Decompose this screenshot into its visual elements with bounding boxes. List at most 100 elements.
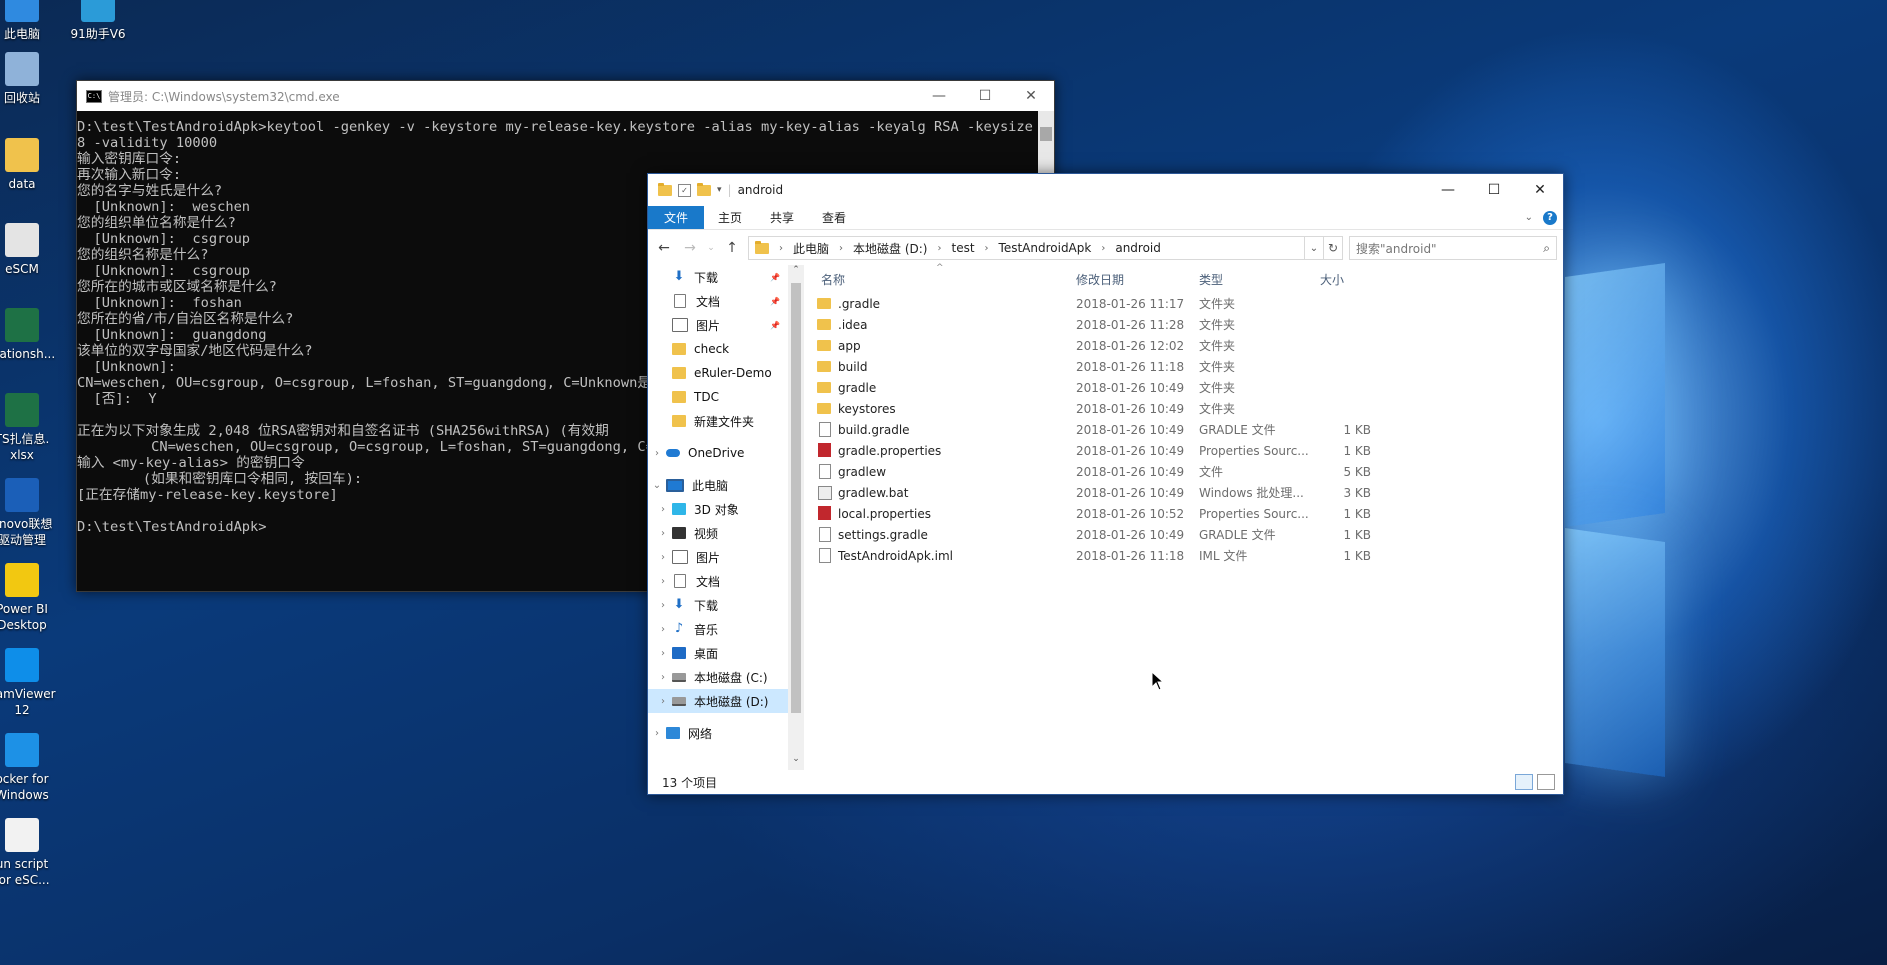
desktop-icon[interactable]: enovo联想 驱动管理 [0, 478, 62, 548]
close-button[interactable]: ✕ [1008, 81, 1054, 111]
breadcrumb-this-pc[interactable]: 此电脑 [793, 240, 829, 257]
desktop-icon[interactable]: Power BI Desktop [0, 563, 62, 633]
desktop-icon[interactable]: data [0, 138, 62, 192]
file-row[interactable]: .idea 2018-01-26 11:28 文件夹 [813, 314, 1563, 335]
desktop-icon[interactable]: 此电脑 [0, 0, 62, 42]
nav-scroll-thumb[interactable] [791, 283, 801, 713]
nav-item[interactable]: › 3D 对象 [648, 497, 788, 521]
desktop-icon[interactable]: un script for eSC... [0, 818, 62, 888]
file-row[interactable]: gradlew 2018-01-26 10:49 文件 5 KB [813, 461, 1563, 482]
file-row[interactable]: app 2018-01-26 12:02 文件夹 [813, 335, 1563, 356]
tab-file[interactable]: 文件 [648, 206, 705, 229]
explorer-titlebar[interactable]: ✓ ▾ | android — ☐ ✕ [648, 174, 1563, 206]
close-button[interactable]: ✕ [1517, 175, 1563, 205]
details-view-icon[interactable] [1515, 774, 1533, 790]
column-size[interactable]: 大小 [1320, 271, 1344, 288]
nav-item[interactable]: eRuler-Demo [648, 361, 788, 385]
file-name: settings.gradle [838, 527, 928, 542]
forward-button[interactable]: → [680, 240, 700, 256]
back-button[interactable]: ← [654, 240, 674, 256]
column-date[interactable]: 修改日期 [1076, 271, 1124, 288]
file-row[interactable]: .gradle 2018-01-26 11:17 文件夹 [813, 293, 1563, 314]
recent-locations-icon[interactable]: ⌄ [706, 243, 716, 253]
nav-item[interactable]: › ⬇ 下载 [648, 593, 788, 617]
file-row[interactable]: settings.gradle 2018-01-26 10:49 GRADLE 文件… [813, 524, 1563, 545]
chevron-right-icon[interactable]: › [656, 504, 670, 515]
chevron-right-icon[interactable]: › [656, 648, 670, 659]
address-dropdown-icon[interactable]: ⌄ [1304, 237, 1323, 259]
help-icon[interactable]: ? [1543, 210, 1557, 225]
nav-item[interactable]: check [648, 337, 788, 361]
nav-item[interactable]: › 视频 [648, 521, 788, 545]
minimize-button[interactable]: — [916, 81, 962, 111]
quick-access-dropdown-icon[interactable]: ▾ [717, 185, 722, 195]
search-input[interactable]: 搜索"android" ⌕ [1349, 236, 1557, 260]
nav-item[interactable]: ⌄ 此电脑 [648, 473, 788, 497]
chevron-right-icon[interactable]: › [650, 448, 664, 459]
up-button[interactable]: ↑ [722, 240, 742, 256]
tab-view[interactable]: 查看 [808, 206, 860, 229]
nav-item[interactable]: 文档 📌 [648, 289, 788, 313]
chevron-right-icon[interactable]: › [656, 552, 670, 563]
properties-icon[interactable]: ✓ [678, 183, 691, 197]
nav-item[interactable]: › ♪ 音乐 [648, 617, 788, 641]
desktop-icon[interactable]: eamViewer 12 [0, 648, 62, 718]
scroll-up-icon[interactable]: ⌃ [788, 265, 804, 281]
desktop-icon[interactable]: elationsh... [0, 308, 62, 362]
large-icons-view-icon[interactable] [1537, 774, 1555, 790]
nav-item[interactable]: › 图片 [648, 545, 788, 569]
breadcrumb-testandroidapk[interactable]: TestAndroidApk [999, 241, 1092, 255]
breadcrumb-android[interactable]: android [1115, 241, 1161, 255]
scroll-down-icon[interactable]: ⌄ [788, 754, 804, 770]
file-row[interactable]: gradle 2018-01-26 10:49 文件夹 [813, 377, 1563, 398]
nav-item[interactable]: › 本地磁盘 (C:) [648, 665, 788, 689]
cmd-scroll-thumb[interactable] [1040, 127, 1052, 141]
maximize-button[interactable]: ☐ [1471, 175, 1517, 205]
file-row[interactable]: keystores 2018-01-26 10:49 文件夹 [813, 398, 1563, 419]
tab-home[interactable]: 主页 [704, 206, 756, 229]
chevron-right-icon[interactable]: › [656, 576, 670, 587]
file-row[interactable]: gradle.properties 2018-01-26 10:49 Propert… [813, 440, 1563, 461]
nav-item[interactable]: 图片 📌 [648, 313, 788, 337]
nav-item[interactable]: › 桌面 [648, 641, 788, 665]
chevron-down-icon[interactable]: ⌄ [650, 480, 664, 491]
breadcrumb-drive-d[interactable]: 本地磁盘 (D:) [853, 240, 927, 257]
chevron-right-icon[interactable]: › [656, 624, 670, 635]
search-icon[interactable]: ⌕ [1543, 241, 1550, 256]
chevron-right-icon[interactable]: › [656, 600, 670, 611]
nav-scrollbar[interactable]: ⌃ ⌄ [788, 265, 804, 770]
desktop-icon[interactable]: 91助手V6 [58, 0, 138, 42]
ribbon-expand-icon[interactable]: ⌄ [1525, 212, 1533, 223]
file-row[interactable]: TestAndroidApk.iml 2018-01-26 11:18 IML 文件… [813, 545, 1563, 566]
file-row[interactable]: gradlew.bat 2018-01-26 10:49 Windows 批处理..… [813, 482, 1563, 503]
column-name[interactable]: 名称 [821, 271, 845, 288]
chevron-right-icon[interactable]: › [656, 528, 670, 539]
desktop-icon[interactable]: 回收站 [0, 52, 62, 106]
desktop-icon[interactable]: eSCM [0, 223, 62, 277]
nav-item[interactable]: › 本地磁盘 (D:) [648, 689, 788, 713]
new-folder-icon[interactable] [697, 182, 711, 196]
nav-item[interactable]: › 网络 [648, 721, 788, 745]
column-type[interactable]: 类型 [1199, 271, 1223, 288]
nav-item[interactable]: › OneDrive [648, 441, 788, 465]
address-bar[interactable]: › 此电脑 › 本地磁盘 (D:) › test › TestAndroidAp… [748, 236, 1343, 260]
chevron-right-icon[interactable]: › [656, 696, 670, 707]
explorer-window[interactable]: ✓ ▾ | android — ☐ ✕ 文件 主页 共享 查看 ⌄ ? ← → … [647, 173, 1564, 795]
maximize-button[interactable]: ☐ [962, 81, 1008, 111]
chevron-right-icon[interactable]: › [650, 728, 664, 739]
file-row[interactable]: build 2018-01-26 11:18 文件夹 [813, 356, 1563, 377]
desktop-icon[interactable]: ocker for Windows [0, 733, 62, 803]
chevron-right-icon[interactable]: › [656, 672, 670, 683]
desktop-icon[interactable]: TS扎信息. xlsx [0, 393, 62, 463]
nav-item[interactable]: › 文档 [648, 569, 788, 593]
refresh-icon[interactable]: ↻ [1323, 237, 1342, 259]
nav-item[interactable]: TDC [648, 385, 788, 409]
file-row[interactable]: local.properties 2018-01-26 10:52 Properti… [813, 503, 1563, 524]
cmd-titlebar[interactable]: C:\ 管理员: C:\Windows\system32\cmd.exe — ☐… [77, 81, 1054, 111]
breadcrumb-test[interactable]: test [951, 241, 974, 255]
file-row[interactable]: build.gradle 2018-01-26 10:49 GRADLE 文件 1 K… [813, 419, 1563, 440]
tab-share[interactable]: 共享 [756, 206, 808, 229]
nav-item[interactable]: 新建文件夹 [648, 409, 788, 433]
minimize-button[interactable]: — [1425, 175, 1471, 205]
nav-item[interactable]: ⬇ 下载 📌 [648, 265, 788, 289]
